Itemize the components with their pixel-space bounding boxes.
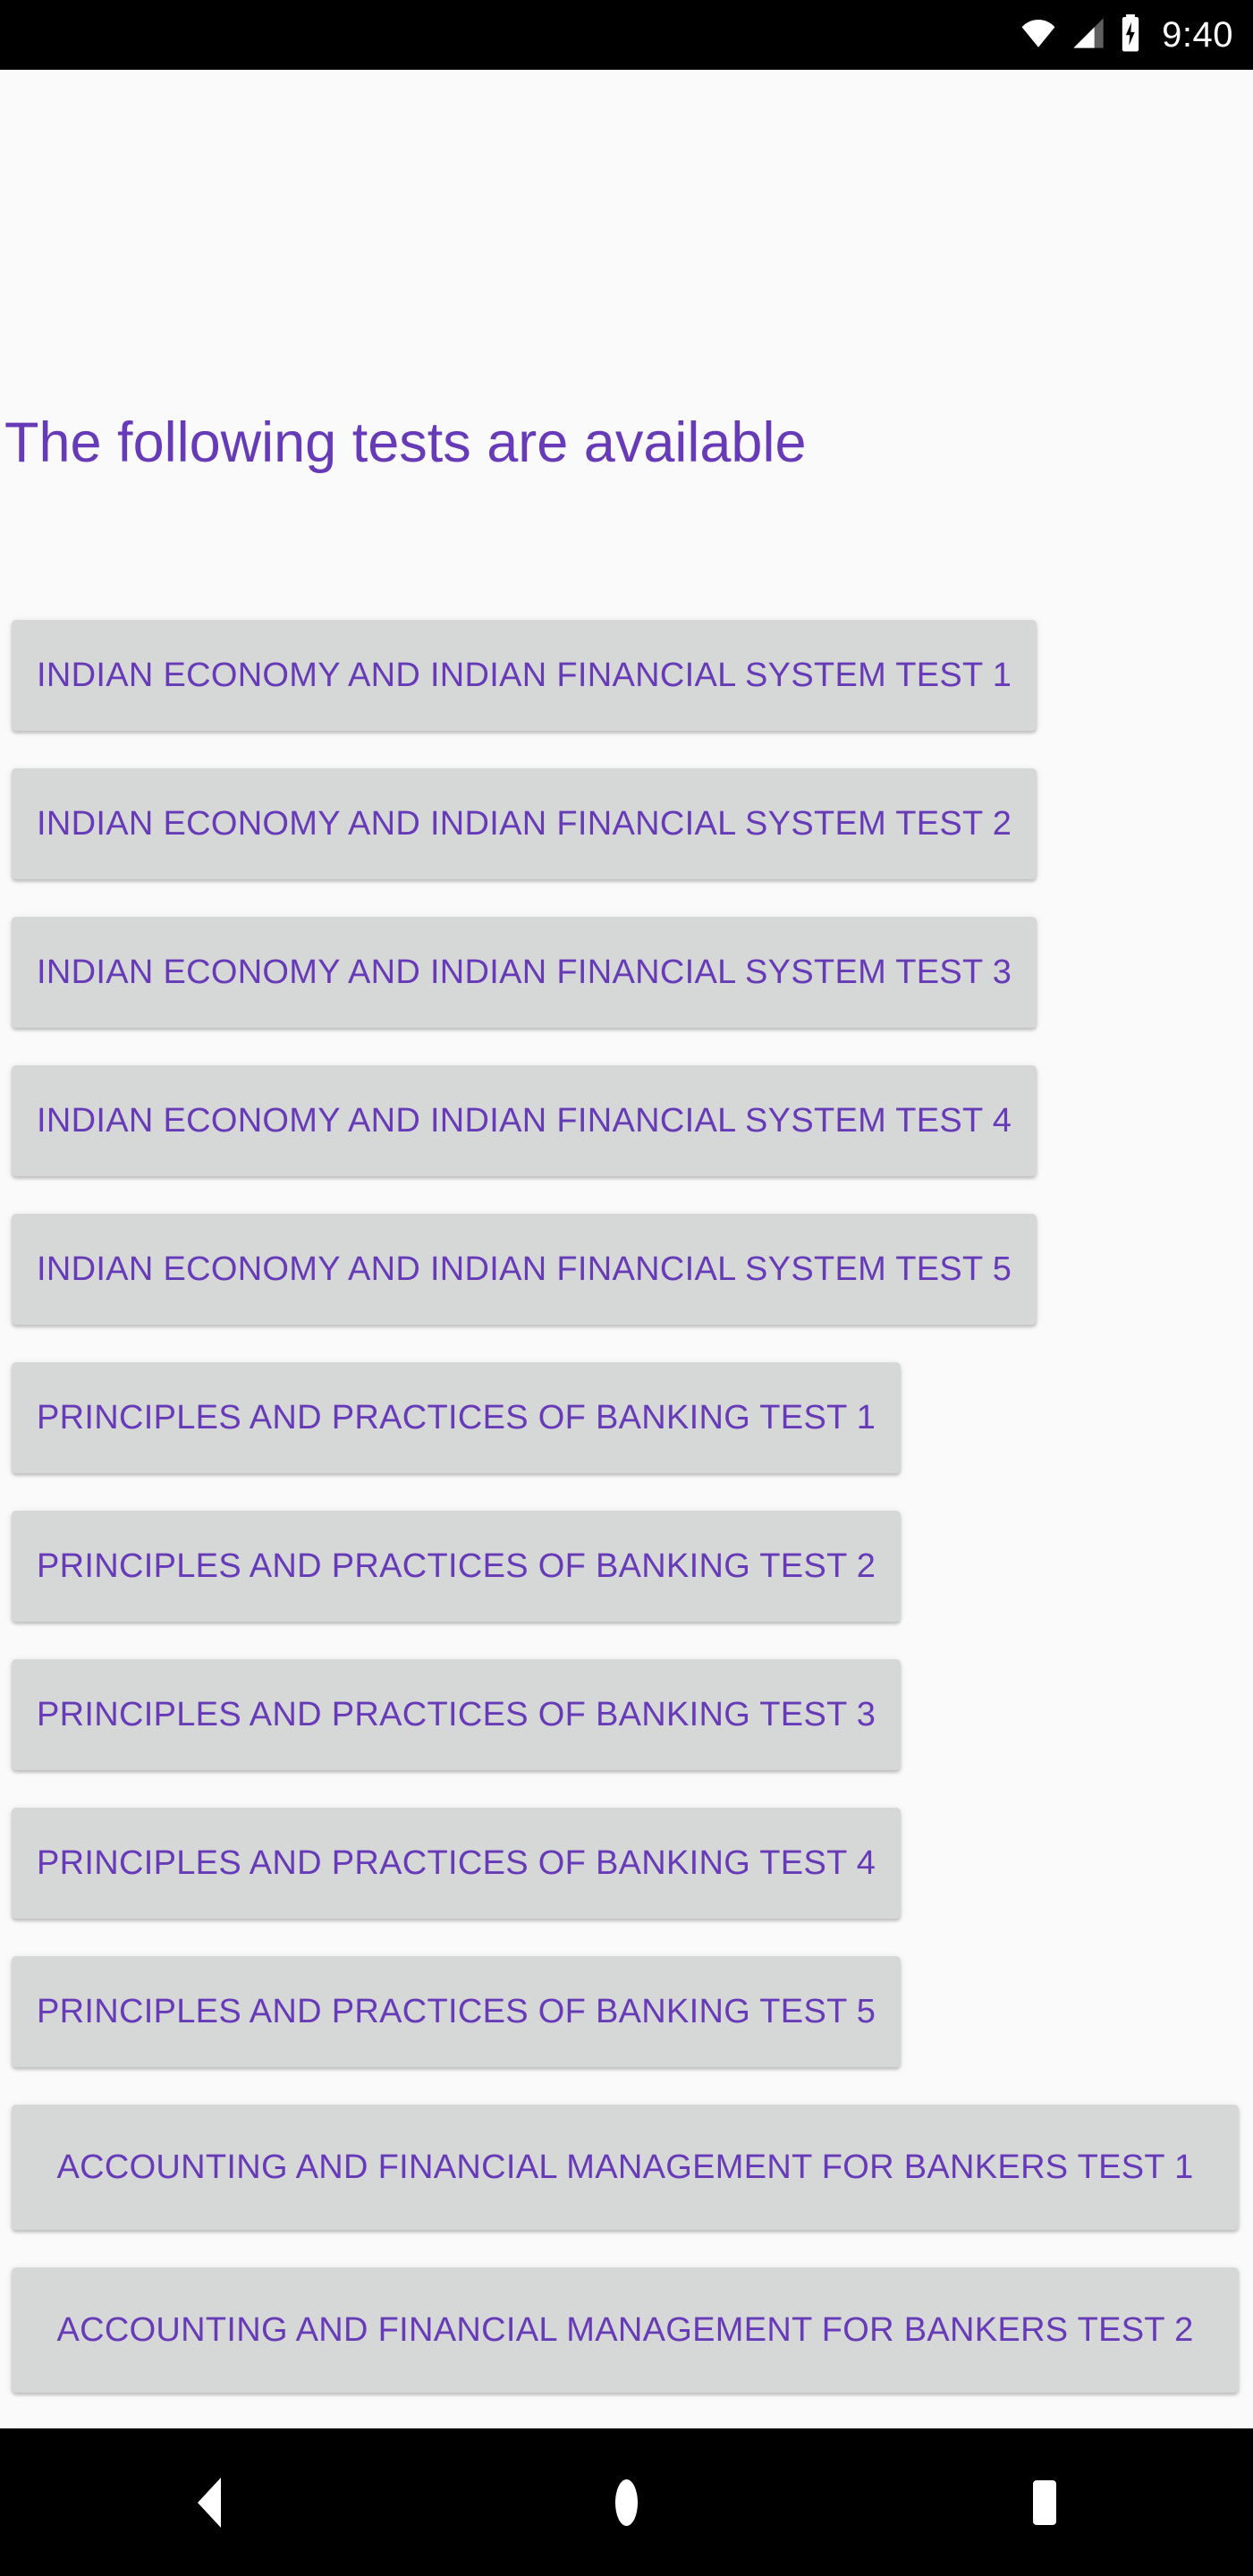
test-button-accounting-2[interactable]: ACCOUNTING AND FINANCIAL MANAGEMENT FOR …: [12, 2267, 1239, 2393]
test-button-indian-economy-1[interactable]: INDIAN ECONOMY AND INDIAN FINANCIAL SYST…: [12, 620, 1037, 731]
recents-square-icon: [1032, 2479, 1056, 2525]
test-button-accounting-1[interactable]: ACCOUNTING AND FINANCIAL MANAGEMENT FOR …: [12, 2105, 1239, 2230]
test-button-banking-principles-3[interactable]: PRINCIPLES AND PRACTICES OF BANKING TEST…: [12, 1659, 902, 1770]
battery-charging-icon: [1119, 13, 1142, 57]
cell-signal-icon: [1071, 15, 1106, 55]
recents-button[interactable]: [955, 2428, 1134, 2576]
home-circle-icon: [615, 2479, 638, 2526]
home-button[interactable]: [538, 2428, 716, 2576]
test-button-indian-economy-5[interactable]: INDIAN ECONOMY AND INDIAN FINANCIAL SYST…: [12, 1214, 1037, 1325]
test-button-indian-economy-3[interactable]: INDIAN ECONOMY AND INDIAN FINANCIAL SYST…: [12, 917, 1037, 1028]
back-button[interactable]: [120, 2428, 299, 2576]
back-triangle-icon: [197, 2477, 221, 2528]
test-list: INDIAN ECONOMY AND INDIAN FINANCIAL SYST…: [0, 620, 1253, 2428]
test-button-banking-principles-1[interactable]: PRINCIPLES AND PRACTICES OF BANKING TEST…: [12, 1362, 902, 1473]
status-bar-icons: 9:40: [1019, 13, 1233, 57]
test-button-indian-economy-4[interactable]: INDIAN ECONOMY AND INDIAN FINANCIAL SYST…: [12, 1065, 1037, 1176]
test-button-banking-principles-4[interactable]: PRINCIPLES AND PRACTICES OF BANKING TEST…: [12, 1808, 902, 1919]
navigation-bar: [0, 2428, 1253, 2576]
wifi-icon: [1019, 15, 1058, 55]
test-button-indian-economy-2[interactable]: INDIAN ECONOMY AND INDIAN FINANCIAL SYST…: [12, 768, 1037, 879]
page-title: The following tests are available: [4, 411, 807, 474]
scroll-content[interactable]: The following tests are available INDIAN…: [0, 70, 1253, 2428]
status-bar-clock: 9:40: [1162, 15, 1233, 55]
test-button-banking-principles-5[interactable]: PRINCIPLES AND PRACTICES OF BANKING TEST…: [12, 1956, 902, 2067]
test-button-banking-principles-2[interactable]: PRINCIPLES AND PRACTICES OF BANKING TEST…: [12, 1511, 902, 1622]
status-bar: 9:40: [0, 0, 1253, 70]
